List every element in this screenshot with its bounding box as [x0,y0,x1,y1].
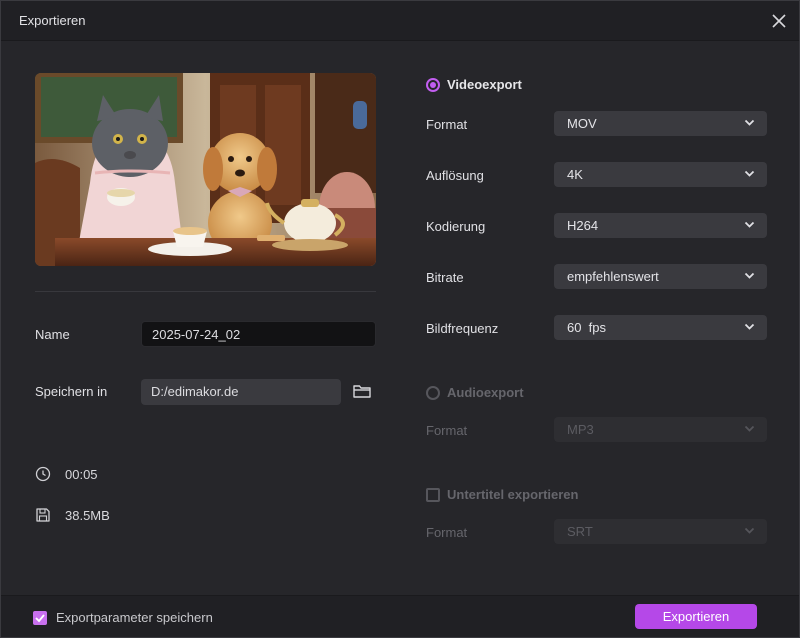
export-button[interactable]: Exportieren [635,604,757,629]
size-row: 38.5MB [35,507,110,523]
framerate-value: 60 fps [567,320,607,335]
resolution-label: Auflösung [426,168,484,183]
resolution-value: 4K [567,167,583,182]
bitrate-label: Bitrate [426,270,464,285]
bitrate-select[interactable]: empfehlenswert [554,264,767,289]
audio-export-toggle[interactable]: Audioexport [426,385,524,400]
dialog-footer: Exportparameter speichern Exportieren [1,595,799,637]
chevron-down-icon [744,425,755,432]
save-params-label: Exportparameter speichern [56,610,213,625]
audio-export-heading: Audioexport [447,385,524,400]
audio-export-radio[interactable] [426,385,440,400]
subtitle-export-heading: Untertitel exportieren [447,487,579,502]
chevron-down-icon [744,119,755,126]
file-size-value: 38.5MB [65,507,110,523]
title-bar: Exportieren [1,1,799,41]
encoding-select[interactable]: H264 [554,213,767,238]
resolution-select[interactable]: 4K [554,162,767,187]
video-export-radio[interactable] [426,77,440,92]
subtitle-format-select[interactable]: SRT [554,519,767,544]
save-params-checkbox[interactable] [33,610,47,625]
chevron-down-icon [744,272,755,279]
close-icon[interactable] [769,11,789,31]
video-format-select[interactable]: MOV [554,111,767,136]
encoding-value: H264 [567,218,599,233]
audio-format-value: MP3 [567,422,594,437]
dialog-title: Exportieren [19,13,86,28]
audio-format-select[interactable]: MP3 [554,417,767,442]
audio-format-label: Format [426,423,468,438]
chevron-down-icon [744,323,755,330]
save-location-label: Speichern in [35,384,108,399]
save-path-field[interactable]: D:/edimakor.de [141,379,341,405]
encoding-label: Kodierung [426,219,486,234]
save-params-toggle[interactable]: Exportparameter speichern [33,610,213,625]
video-export-toggle[interactable]: Videoexport [426,77,522,92]
clock-icon [35,466,51,482]
chevron-down-icon [744,221,755,228]
video-format-label: Format [426,117,468,132]
folder-icon[interactable] [352,381,372,401]
export-dialog: Exportieren Name 2025-07-24_02 Speichern… [0,0,800,638]
checkmark-icon [35,613,45,622]
subtitle-export-toggle[interactable]: Untertitel exportieren [426,487,578,502]
duration-value: 00:05 [65,466,98,482]
duration-row: 00:05 [35,466,98,482]
bitrate-value: empfehlenswert [567,269,659,284]
video-preview-thumbnail [35,73,376,266]
chevron-down-icon [744,527,755,534]
save-disk-icon [36,508,50,522]
name-label: Name [35,327,70,342]
framerate-select[interactable]: 60 fps [554,315,767,340]
subtitle-format-label: Format [426,525,468,540]
subtitle-format-value: SRT [567,524,593,539]
framerate-label: Bildfrequenz [426,321,499,336]
divider [35,291,376,292]
subtitle-export-checkbox[interactable] [426,487,440,502]
video-export-heading: Videoexport [447,77,522,92]
video-format-value: MOV [567,116,597,131]
chevron-down-icon [744,170,755,177]
name-input[interactable] [141,321,376,347]
